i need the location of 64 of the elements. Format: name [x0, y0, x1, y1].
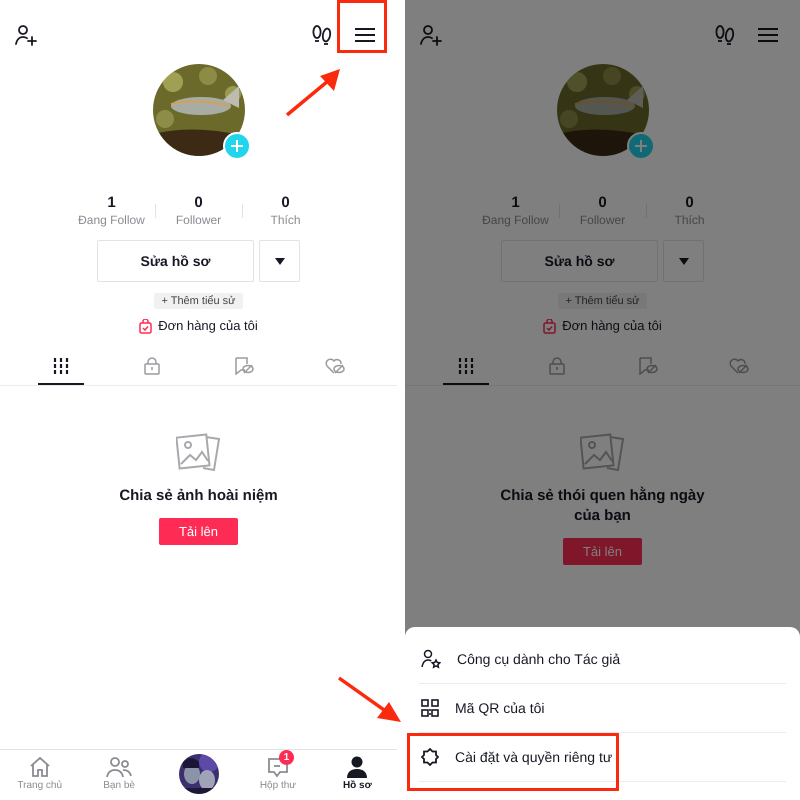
- menu-button[interactable]: [355, 27, 375, 43]
- empty-message: Chia sẻ thói quen hằng ngày của bạn: [499, 486, 706, 526]
- stat-count: 0: [598, 194, 607, 212]
- stat-label: Đang Follow: [482, 212, 549, 228]
- nav-tab[interactable]: Bạn bè: [79, 750, 159, 798]
- stat-label: Đang Follow: [78, 212, 145, 228]
- plus-icon: [634, 140, 646, 152]
- menu-item-label: Cài đặt và quyền riêng tư: [455, 749, 612, 765]
- dropdown-button[interactable]: [663, 240, 704, 282]
- empty-message: Chia sẻ ảnh hoài niệm: [119, 486, 278, 506]
- photos-icon: [176, 432, 222, 472]
- stat-count: 0: [685, 194, 694, 212]
- orders-link[interactable]: Đơn hàng của tôi: [158, 317, 258, 335]
- edit-profile-button[interactable]: Sửa hồ sơ: [501, 240, 658, 282]
- person-icon: [347, 756, 368, 778]
- dropdown-button[interactable]: [259, 240, 300, 282]
- menu-item[interactable]: Cài đặt và quyền riêng tư: [419, 733, 786, 782]
- edit-profile-button[interactable]: Sửa hồ sơ: [97, 240, 254, 282]
- upload-button[interactable]: Tải lên: [159, 518, 238, 545]
- pointer-arrow: [337, 676, 403, 724]
- caret-icon: [274, 258, 284, 264]
- home-icon: [28, 756, 51, 778]
- footprints-icon[interactable]: [311, 24, 333, 46]
- nav-tab[interactable]: Hồ sơ: [318, 750, 397, 798]
- photos-icon: [580, 432, 626, 472]
- qr-code-icon: [421, 699, 439, 717]
- shopping-bag-icon: [543, 318, 556, 334]
- shopping-bag-icon: [139, 318, 152, 334]
- person-star-icon: [421, 649, 441, 669]
- friends-icon: [106, 756, 132, 778]
- add-bio-button[interactable]: + Thêm tiểu sử: [154, 293, 243, 309]
- lock-icon: [142, 357, 161, 375]
- nav-tab[interactable]: Trang chủ: [0, 750, 80, 798]
- settings-icon: [421, 748, 439, 766]
- stat-label: Follower: [176, 212, 222, 228]
- pointer-arrow: [284, 66, 342, 118]
- bookmark-hidden-icon: [638, 357, 658, 375]
- heart-hidden-icon: [728, 357, 748, 375]
- stat-label: Thích: [270, 212, 300, 228]
- heart-hidden-icon: [325, 357, 346, 375]
- lock-icon: [548, 357, 566, 375]
- add-user-icon[interactable]: [14, 23, 38, 47]
- menu-item-label: Công cụ dành cho Tác giả: [457, 651, 620, 667]
- nav-tab[interactable]: 1 Hộp thư: [238, 750, 318, 798]
- plus-icon: [230, 140, 242, 152]
- menu-icon: [758, 27, 778, 43]
- stat-label: Thích: [674, 212, 704, 228]
- stat-label: Follower: [580, 212, 626, 228]
- menu-item[interactable]: Công cụ dành cho Tác giả: [419, 635, 786, 684]
- add-bio-button[interactable]: + Thêm tiểu sử: [558, 293, 647, 309]
- menu-icon: [355, 27, 375, 43]
- notification-badge: 1: [278, 750, 294, 765]
- stat-count: 0: [281, 194, 290, 212]
- upload-button[interactable]: Tải lên: [563, 538, 642, 565]
- orders-link[interactable]: Đơn hàng của tôi: [562, 317, 662, 335]
- grid-icon: [53, 358, 69, 374]
- caret-icon: [678, 258, 688, 264]
- stat-count: 1: [107, 194, 116, 212]
- menu-item[interactable]: Mã QR của tôi: [419, 684, 786, 733]
- bookmark-hidden-icon: [234, 357, 254, 375]
- stat-count: 1: [511, 194, 520, 212]
- grid-icon: [458, 358, 474, 374]
- stat-count: 0: [194, 194, 203, 212]
- menu-item-label: Mã QR của tôi: [455, 700, 544, 716]
